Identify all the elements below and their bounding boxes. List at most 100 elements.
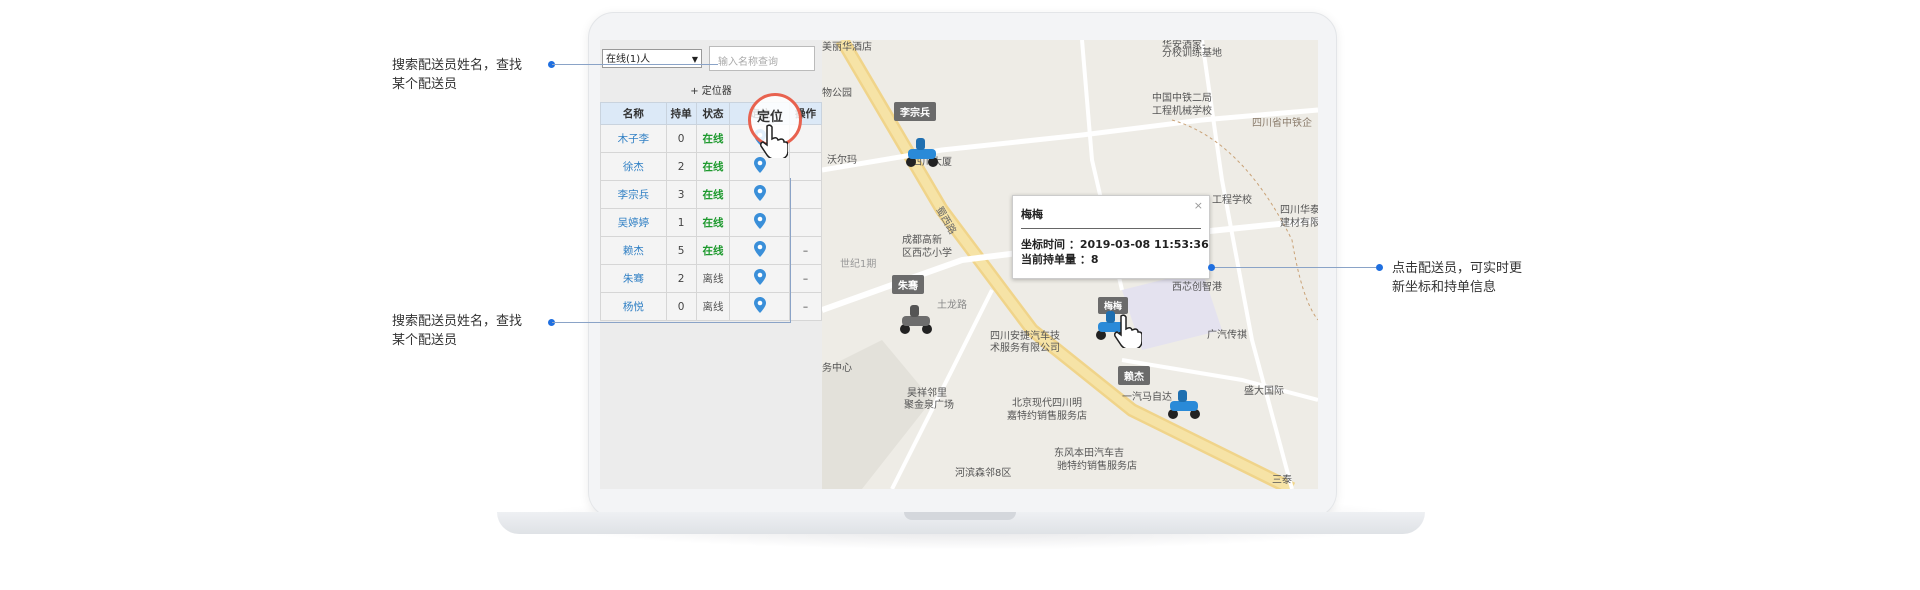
location-pin-icon[interactable] [753, 213, 766, 229]
rider-orders: 5 [665, 236, 697, 265]
map-label: 盛大国际 [1244, 386, 1284, 397]
rider-status: 在线 [695, 124, 731, 153]
rider-tag[interactable]: 赖杰 [1118, 366, 1150, 385]
map-label: 北京现代四川明 [1012, 398, 1082, 409]
annotation-line: 搜索配送员姓名，查找 [392, 58, 523, 73]
map-label: 昊祥邻里 [907, 388, 947, 399]
rider-orders: 0 [665, 292, 697, 321]
table-row[interactable]: 徐杰 2 在线 [600, 152, 822, 181]
map-label: 四川安捷汽车技 [990, 331, 1060, 342]
annotation-dot [1376, 264, 1383, 271]
search-input[interactable]: 输入名称查询 [709, 46, 815, 71]
status-select[interactable]: 在线(1)人 ▼ [602, 49, 702, 68]
map-label: 聚金泉广场 [904, 400, 954, 411]
table-row[interactable]: 赖杰 5 在线 – [600, 236, 822, 265]
table-row[interactable]: 杨悦 0 离线 – [600, 292, 822, 321]
map-label: 三泰 [1272, 475, 1292, 486]
locate-cell[interactable] [729, 292, 791, 321]
location-pin-icon[interactable] [753, 269, 766, 285]
map-label: 四川华泰 [1280, 205, 1318, 216]
rider-name[interactable]: 赖杰 [600, 236, 667, 265]
table-row[interactable]: 李宗兵 3 在线 [600, 180, 822, 209]
annotation-line: 点击配送员，可实时更 [1392, 261, 1523, 276]
hand-cursor-icon [760, 124, 788, 158]
rider-name[interactable]: 李宗兵 [600, 180, 667, 209]
map-label: 区西芯小学 [902, 248, 952, 259]
annotation-line: 某个配送员 [392, 77, 458, 92]
laptop-notch [904, 512, 1016, 520]
annotation-dot [1208, 264, 1215, 271]
locate-cell[interactable] [729, 180, 791, 209]
rider-orders: 2 [665, 152, 697, 181]
rider-name[interactable]: 杨悦 [600, 292, 667, 321]
map-label: 世纪1期 [840, 259, 877, 270]
location-pin-icon[interactable] [753, 157, 766, 173]
locator-button-label: + 定位器 [690, 86, 732, 97]
rider-name[interactable]: 徐杰 [600, 152, 667, 181]
col-header-status: 状态 [695, 102, 731, 125]
map-label: 东风本田汽车吉 [1054, 448, 1124, 459]
rider-action: – [789, 264, 822, 293]
rider-name[interactable]: 木子李 [600, 124, 667, 153]
rider-action [789, 208, 822, 237]
rider-action [789, 152, 822, 181]
map-label: 河滨森邻8区 [955, 468, 1012, 479]
map-label: 沃尔玛 [827, 155, 857, 166]
map-label: 物公园 [822, 88, 852, 99]
rider-status: 离线 [695, 264, 731, 293]
annotation-top-left: 搜索配送员姓名，查找 某个配送员 [392, 56, 522, 94]
map-label: 术服务有限公司 [990, 343, 1060, 354]
locate-cell[interactable] [729, 236, 791, 265]
locate-cell[interactable] [729, 264, 791, 293]
annotation-connector [552, 64, 718, 65]
rider-status: 离线 [695, 292, 731, 321]
locate-cell[interactable] [729, 208, 791, 237]
rider-name[interactable]: 吴婷婷 [600, 208, 667, 237]
rider-orders: 1 [665, 208, 697, 237]
annotation-right: 点击配送员，可实时更 新坐标和持单信息 [1392, 259, 1522, 297]
map-label: 广汽传祺 [1207, 330, 1247, 341]
search-placeholder: 输入名称查询 [718, 57, 778, 68]
map-label: 务中心 [822, 363, 852, 374]
map-label: 分校训练基地 [1162, 48, 1222, 59]
rider-action [789, 180, 822, 209]
rider-action: – [789, 292, 822, 321]
annotation-line: 搜索配送员姓名，查找 [392, 314, 523, 329]
location-pin-icon[interactable] [753, 185, 766, 201]
rider-panel: 在线(1)人 ▼ 输入名称查询 + 定位器 名称 持单 状态 定位 操作 木子李… [600, 40, 822, 489]
map-label: 成都高新 [902, 235, 942, 246]
rider-status: 在线 [695, 208, 731, 237]
rider-status: 在线 [695, 180, 731, 209]
hand-cursor-icon [1114, 314, 1142, 348]
popup-divider [1021, 228, 1201, 229]
map-label: 工程机械学校 [1152, 106, 1212, 117]
rider-name[interactable]: 朱骞 [600, 264, 667, 293]
map-view[interactable]: 美丽华酒店 华安酒家- 分校训练基地 中国中铁二局 工程机械学校 四川省中铁企 … [822, 40, 1318, 489]
annotation-bottom-left: 搜索配送员姓名，查找 某个配送员 [392, 312, 522, 350]
scooter-icon[interactable] [1164, 387, 1204, 421]
map-label: 土龙路 [937, 300, 967, 311]
table-row[interactable]: 朱骞 2 离线 – [600, 264, 822, 293]
map-label: 西芯创智港 [1172, 282, 1222, 293]
chevron-down-icon: ▼ [691, 55, 698, 64]
map-label: 驰特约销售服务店 [1057, 461, 1137, 472]
rider-status: 在线 [695, 152, 731, 181]
map-label: 建材有限 [1280, 218, 1318, 229]
table-row[interactable]: 吴婷婷 1 在线 [600, 208, 822, 237]
rider-tag[interactable]: 朱骞 [892, 275, 924, 294]
map-label: 四川省中铁企 [1252, 118, 1312, 129]
map-label: 美丽华酒店 [822, 42, 872, 53]
scooter-icon[interactable] [902, 135, 942, 169]
rider-tag[interactable]: 李宗兵 [894, 102, 936, 121]
location-highlight-label: 定位 [757, 110, 784, 125]
map-label: 中国中铁二局 [1152, 93, 1212, 104]
col-header-name: 名称 [600, 102, 667, 125]
rider-info-popup: 梅梅 × 坐标时间 ：2019-03-08 11:53:36 当前持单量 ：8 [1012, 195, 1210, 279]
annotation-connector [790, 178, 791, 323]
scooter-icon[interactable] [896, 302, 936, 336]
location-pin-icon[interactable] [753, 241, 766, 257]
location-pin-icon[interactable] [753, 297, 766, 313]
popup-title: 梅梅 [1021, 208, 1043, 221]
close-icon[interactable]: × [1194, 199, 1203, 212]
col-header-orders: 持单 [665, 102, 697, 125]
